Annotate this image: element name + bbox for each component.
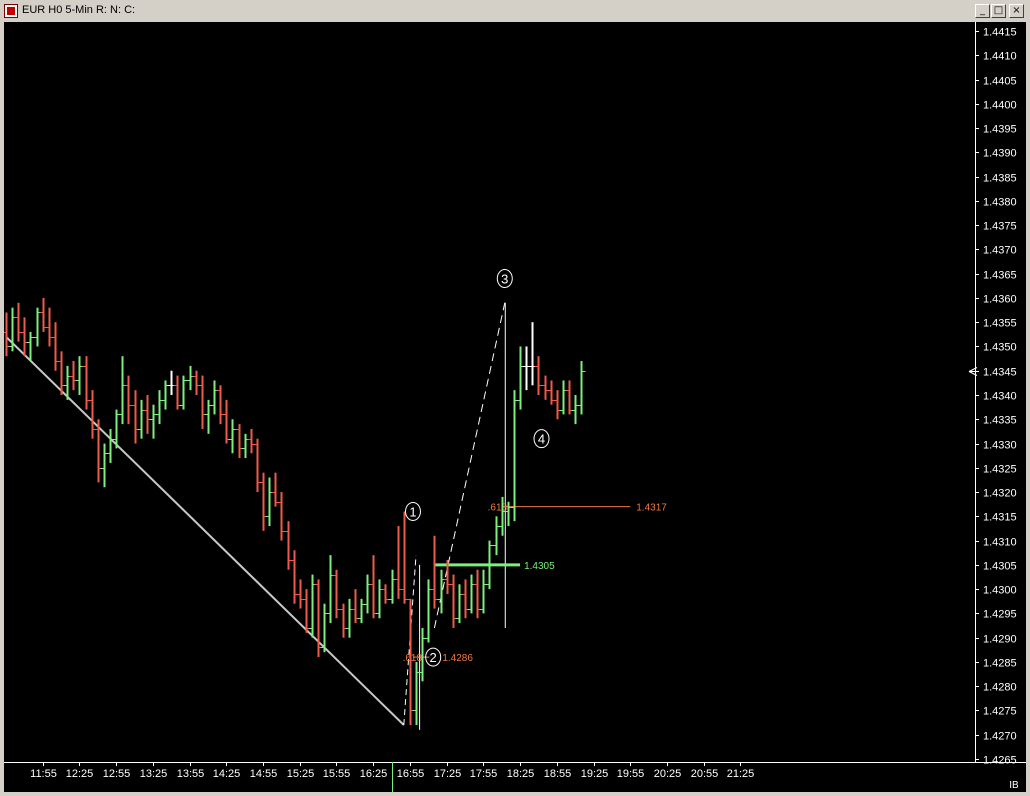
time-tick-label: 14:25	[213, 768, 241, 780]
price-tick-label: 1.4405	[983, 76, 1017, 88]
retracement-price-label: 1.4286	[442, 653, 473, 664]
app-icon[interactable]	[4, 4, 18, 18]
price-tick-label: 1.4280	[983, 682, 1017, 694]
time-tick-label: 14:55	[250, 768, 278, 780]
wave-label-text: 1	[409, 504, 416, 519]
restore-button[interactable]: □	[991, 4, 1006, 18]
chart-plot-area[interactable]: 1.4265 1.4270 1.4275 1.4280 1.4285 1.4290 1.42…	[4, 22, 1026, 792]
price-tick-label: 1.4305	[983, 561, 1017, 573]
price-tick-label: 1.4290	[983, 634, 1017, 646]
price-tick-label: 1.4335	[983, 415, 1017, 427]
retracement-ratio-label: .618	[403, 653, 423, 664]
time-tick-label: 17:55	[470, 768, 498, 780]
chart-window: EUR H0 5-Min R: N: C: _ □ × 1.4265 1.4270…	[0, 0, 1030, 796]
price-tick-label: 1.4310	[983, 537, 1017, 549]
time-tick-label: 18:25	[507, 768, 535, 780]
price-tick-label: 1.4400	[983, 100, 1017, 112]
time-tick-label: 12:25	[66, 768, 94, 780]
wave-label-text: 4	[538, 432, 545, 447]
price-tick-label: 1.4295	[983, 609, 1017, 621]
time-tick-label: 21:25	[727, 768, 755, 780]
wave-label-text: 2	[430, 650, 437, 665]
time-tick-label: 15:55	[323, 768, 351, 780]
price-tick-label: 1.4320	[983, 488, 1017, 500]
price-tick-label: 1.4375	[983, 221, 1017, 233]
price-tick-label: 1.4410	[983, 51, 1017, 63]
price-tick-label: 1.4340	[983, 391, 1017, 403]
price-tick-label: 1.4270	[983, 731, 1017, 743]
price-tick-label: 1.4380	[983, 197, 1017, 209]
price-tick-label: 1.4355	[983, 318, 1017, 330]
time-tick-label: 20:55	[691, 768, 719, 780]
price-tick-label: 1.4365	[983, 270, 1017, 282]
time-tick-label: 16:55	[397, 768, 425, 780]
time-tick-label: 13:55	[177, 768, 205, 780]
wave-label-text: 3	[501, 272, 508, 287]
retracement-price-label: 1.4317	[636, 503, 667, 514]
time-tick-label: 12:55	[103, 768, 131, 780]
price-tick-label: 1.4415	[983, 27, 1017, 39]
time-tick-label: 19:55	[617, 768, 645, 780]
time-tick-label: 15:25	[287, 768, 315, 780]
support-level-label: 1.4305	[524, 561, 555, 572]
time-tick-label: 17:25	[434, 768, 462, 780]
price-tick-label: 1.4330	[983, 440, 1017, 452]
price-tick-label: 1.4370	[983, 245, 1017, 257]
price-tick-label: 1.4300	[983, 585, 1017, 597]
price-tick-label: 1.4315	[983, 512, 1017, 524]
price-tick-label: 1.4275	[983, 706, 1017, 718]
time-tick-label: 11:55	[30, 768, 57, 780]
time-tick-label: 13:25	[140, 768, 168, 780]
price-tick-label: 1.4385	[983, 173, 1017, 185]
window-title: EUR H0 5-Min R: N: C:	[22, 4, 136, 16]
price-tick-label: 1.4390	[983, 148, 1017, 160]
price-tick-label: 1.4350	[983, 342, 1017, 354]
price-tick-label: 1.4325	[983, 464, 1017, 476]
price-tick-label: 1.4345	[983, 367, 1017, 379]
price-tick-label: 1.4395	[983, 124, 1017, 136]
price-tick-label: 1.4285	[983, 658, 1017, 670]
data-source-label: IB	[1009, 780, 1019, 791]
time-tick-label: 16:25	[360, 768, 388, 780]
time-tick-label: 20:25	[654, 768, 682, 780]
time-tick-label: 19:25	[581, 768, 609, 780]
time-tick-label: 18:55	[544, 768, 572, 780]
price-chart[interactable]: 1.4265 1.4270 1.4275 1.4280 1.4285 1.4290 1.42…	[4, 22, 1026, 792]
price-tick-label: 1.4265	[983, 755, 1017, 767]
minimize-button[interactable]: _	[975, 4, 990, 18]
price-tick-label: 1.4360	[983, 294, 1017, 306]
close-button[interactable]: ×	[1009, 4, 1024, 18]
title-bar[interactable]: EUR H0 5-Min R: N: C: _ □ ×	[0, 0, 1030, 22]
